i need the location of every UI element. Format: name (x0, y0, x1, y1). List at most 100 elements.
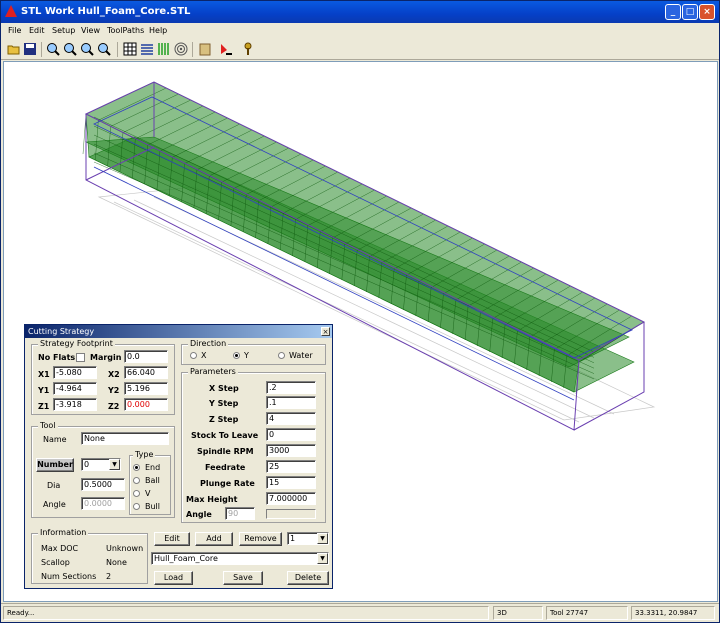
type-ball-radio[interactable] (133, 477, 140, 484)
z-step-input[interactable]: 4 (266, 412, 316, 425)
save-icon[interactable] (23, 42, 37, 56)
x2-input[interactable]: 66.040 (124, 366, 168, 379)
tool-number-button[interactable]: Number (36, 458, 74, 472)
y-step-label: Y Step (209, 399, 239, 408)
chevron-down-icon[interactable]: ▼ (109, 459, 120, 470)
strategy-number-value: 1 (290, 534, 296, 543)
z-step-label: Z Step (209, 415, 239, 424)
menu-help[interactable]: Help (149, 26, 167, 35)
maximize-button[interactable]: □ (682, 4, 698, 20)
strategy-number-select[interactable]: 1 ▼ (287, 532, 329, 545)
z2-label: Z2 (108, 402, 120, 411)
direction-y-radio[interactable] (233, 352, 240, 359)
mesh-line (93, 116, 595, 353)
cutting-strategy-dialog: Cutting Strategy × Strategy Footprint No… (24, 324, 333, 589)
menu-file[interactable]: File (8, 26, 21, 35)
z2-input[interactable]: 0.000 (124, 398, 168, 411)
x1-label: X1 (38, 370, 50, 379)
tool-wrench-icon[interactable] (241, 42, 255, 56)
dialog-close-button[interactable]: × (321, 327, 330, 336)
no-flats-checkbox[interactable] (76, 353, 85, 362)
direction-x-label: X (201, 351, 207, 360)
z1-label: Z1 (38, 402, 50, 411)
tool-name-label: Name (43, 435, 67, 444)
zoom-window-icon[interactable] (63, 42, 77, 56)
margin-input[interactable]: 0.0 (124, 350, 168, 363)
cut-icon[interactable] (219, 42, 233, 56)
stock-icon[interactable] (198, 42, 212, 56)
minimize-button[interactable]: _ (665, 4, 681, 20)
window-title: STL Work Hull_Foam_Core.STL (21, 6, 191, 17)
load-button[interactable]: Load (154, 571, 193, 585)
spiral-icon[interactable] (174, 42, 188, 56)
strategy-name-select[interactable]: Hull_Foam_Core ▼ (151, 552, 329, 565)
type-end-label: End (145, 463, 161, 472)
tool-number-value: 0 (84, 460, 90, 469)
tool-label: Tool (38, 421, 58, 430)
tool-name-input[interactable]: None (81, 432, 169, 445)
feedrate-input[interactable]: 25 (266, 460, 316, 473)
menu-edit[interactable]: Edit (29, 26, 45, 35)
angle-slider[interactable] (266, 509, 316, 519)
x1-input[interactable]: -5.080 (53, 366, 97, 379)
rpm-label: Spindle RPM (197, 447, 254, 456)
vertical-lines-icon[interactable] (157, 42, 171, 56)
direction-label: Direction (188, 339, 229, 348)
max-doc-label: Max DOC (41, 544, 79, 553)
delete-button[interactable]: Delete (287, 571, 329, 585)
dia-label: Dia (47, 481, 61, 490)
save-strategy-button[interactable]: Save (223, 571, 263, 585)
zoom-out-icon[interactable] (97, 42, 111, 56)
num-sections-label: Num Sections (41, 572, 97, 581)
footprint-label: Strategy Footprint (38, 339, 115, 348)
tool-angle-input[interactable]: 0.0000 (81, 497, 125, 510)
stock-input[interactable]: 0 (266, 428, 316, 441)
param-angle-input[interactable]: 90 (225, 507, 255, 520)
status-ready: Ready... (3, 606, 489, 620)
x-step-label: X Step (209, 384, 239, 393)
grid-icon[interactable] (123, 42, 137, 56)
strategy-name-value: Hull_Foam_Core (154, 554, 218, 563)
direction-x-radio[interactable] (190, 352, 197, 359)
type-v-radio[interactable] (133, 490, 140, 497)
direction-water-radio[interactable] (278, 352, 285, 359)
y2-input[interactable]: 5.196 (124, 382, 168, 395)
chevron-down-icon[interactable]: ▼ (317, 533, 328, 544)
num-sections-value: 2 (106, 572, 112, 581)
margin-label: Margin (90, 353, 122, 362)
plunge-input[interactable]: 15 (266, 476, 316, 489)
y1-input[interactable]: -4.964 (53, 382, 97, 395)
type-bull-radio[interactable] (133, 503, 140, 510)
z1-input[interactable]: -3.918 (53, 398, 97, 411)
remove-button[interactable]: Remove (239, 532, 282, 546)
close-button[interactable]: × (699, 4, 715, 20)
max-doc-value: Unknown (106, 544, 144, 553)
scallop-label: Scallop (41, 558, 70, 567)
y1-label: Y1 (38, 386, 50, 395)
chevron-down-icon[interactable]: ▼ (317, 553, 328, 564)
zoom-in-icon[interactable] (80, 42, 94, 56)
list-lines-icon[interactable] (140, 42, 154, 56)
menu-toolpaths[interactable]: ToolPaths (107, 26, 144, 35)
menu-setup[interactable]: Setup (52, 26, 75, 35)
y-step-input[interactable]: .1 (266, 396, 316, 409)
status-bar: Ready... 3D Tool 27747 33.3311, 20.9847 (1, 603, 719, 622)
parameters-label: Parameters (188, 367, 238, 376)
feedrate-label: Feedrate (205, 463, 246, 472)
type-end-radio[interactable] (133, 464, 140, 471)
rpm-input[interactable]: 3000 (266, 444, 316, 457)
add-button[interactable]: Add (195, 532, 233, 546)
edit-button[interactable]: Edit (154, 532, 190, 546)
dia-input[interactable]: 0.5000 (81, 478, 125, 491)
direction-water-label: Water (289, 351, 313, 360)
tool-number-select[interactable]: 0 ▼ (81, 458, 121, 471)
plunge-label: Plunge Rate (200, 479, 255, 488)
max-height-input[interactable]: 7.000000 (266, 492, 316, 505)
x2-label: X2 (108, 370, 120, 379)
zoom-fit-icon[interactable] (46, 42, 60, 56)
menu-view[interactable]: View (81, 26, 100, 35)
open-icon[interactable] (7, 42, 21, 56)
no-flats-label: No Flats (38, 353, 76, 362)
x-step-input[interactable]: .2 (266, 381, 316, 394)
status-tool: Tool 27747 (546, 606, 628, 620)
